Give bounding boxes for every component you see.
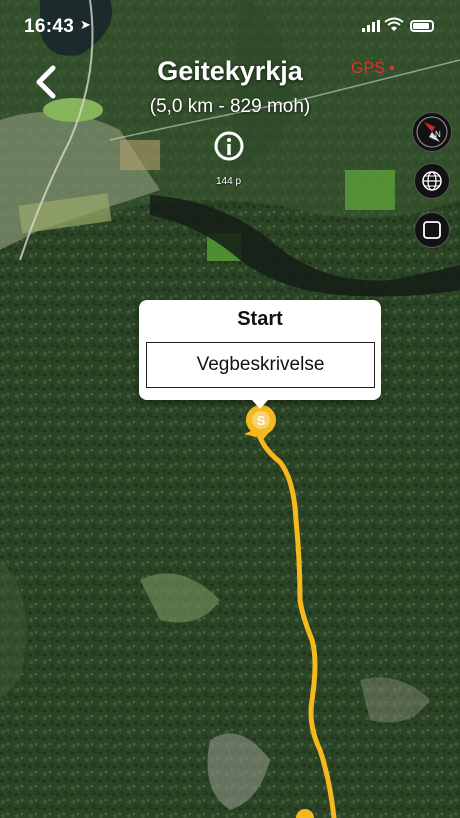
gps-label: GPS (351, 60, 385, 77)
wifi-icon (384, 17, 404, 31)
start-popup: Start Vegbeskrivelse (139, 300, 381, 409)
compass-icon: N (416, 116, 448, 148)
map-scale: 144 p (216, 176, 242, 187)
cellular-signal-icon (362, 20, 380, 32)
status-bar: 16:43 ➤ (0, 0, 460, 44)
directions-button[interactable]: Vegbeskrivelse (146, 342, 375, 388)
clock: 16:43 (24, 16, 75, 37)
compass-button[interactable]: N (412, 112, 452, 152)
start-marker-label: S (257, 413, 266, 428)
globe-icon (422, 171, 442, 191)
satellite-map[interactable]: S (0, 0, 460, 818)
map-type-button[interactable] (414, 163, 450, 199)
battery-icon (410, 20, 434, 32)
gps-status[interactable]: GPS • (351, 60, 395, 78)
svg-text:N: N (435, 130, 441, 139)
gps-dot-icon: • (384, 60, 395, 77)
location-arrow-icon: ➤ (80, 17, 91, 32)
popup-title: Start (237, 308, 283, 330)
route-summary: (5,0 km - 829 moh) (149, 96, 311, 117)
square-icon (423, 221, 441, 239)
info-icon[interactable] (213, 130, 245, 162)
layer-button[interactable] (414, 212, 450, 248)
